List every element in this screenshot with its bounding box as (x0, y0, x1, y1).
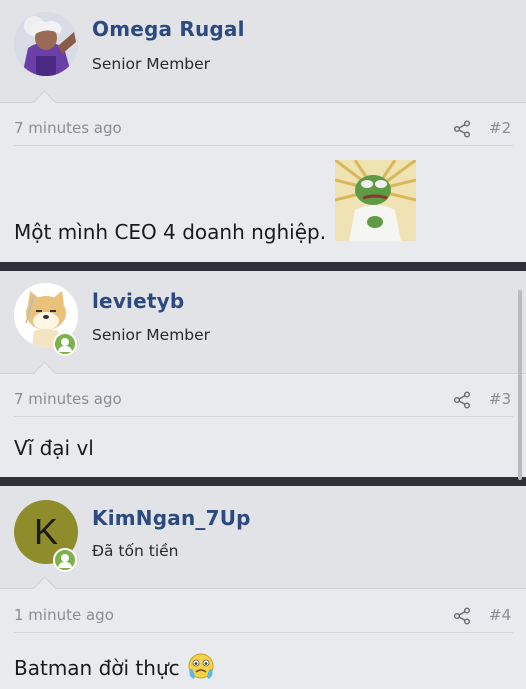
crying-emoji-icon (188, 653, 214, 679)
post-header: levietyb Senior Member (0, 271, 526, 374)
share-icon[interactable] (453, 120, 471, 138)
post-timestamp[interactable]: 7 minutes ago (14, 119, 122, 137)
online-status-icon (53, 332, 77, 356)
user-title: Đã tốn tiền (92, 542, 179, 560)
post-header: Omega Rugal Senior Member (0, 0, 526, 103)
post-4: K KimNgan_7Up Đã tốn tiền 1 minute ago #… (0, 486, 526, 689)
meta-rule (14, 416, 513, 417)
user-title: Senior Member (92, 55, 211, 73)
avatar-omega-rugal[interactable] (14, 12, 78, 76)
post-timestamp[interactable]: 7 minutes ago (14, 390, 122, 408)
scrollbar[interactable] (518, 290, 522, 480)
post-timestamp[interactable]: 1 minute ago (14, 606, 114, 624)
post-text: Một mình CEO 4 doanh nghiệp. (14, 220, 327, 244)
post-content: Batman đời thực (14, 651, 216, 681)
post-text: Batman đời thực (14, 656, 180, 680)
post-content: Một mình CEO 4 doanh nghiệp. (14, 220, 326, 244)
meta-rule (14, 632, 513, 633)
user-title: Senior Member (92, 326, 211, 344)
post-divider (0, 262, 526, 271)
post-content: Vĩ đại vl (14, 436, 94, 460)
post-header: K KimNgan_7Up Đã tốn tiền (0, 486, 526, 589)
post-meta: 1 minute ago #4 (0, 601, 526, 631)
post-number[interactable]: #4 (489, 606, 511, 624)
post-2: Omega Rugal Senior Member 7 minutes ago … (0, 0, 526, 262)
post-number[interactable]: #2 (489, 119, 511, 137)
online-status-icon (53, 548, 77, 572)
username[interactable]: levietyb (92, 289, 184, 313)
meta-rule (14, 145, 513, 146)
post-divider (0, 477, 526, 486)
post-meta: 7 minutes ago #2 (0, 114, 526, 144)
pepe-sticker-image[interactable] (335, 160, 416, 241)
username[interactable]: Omega Rugal (92, 17, 245, 41)
post-text: Vĩ đại vl (14, 436, 94, 460)
post-3: levietyb Senior Member 7 minutes ago #3 … (0, 271, 526, 477)
share-icon[interactable] (453, 607, 471, 625)
post-number[interactable]: #3 (489, 390, 511, 408)
post-meta: 7 minutes ago #3 (0, 385, 526, 415)
avatar-image (14, 12, 78, 76)
share-icon[interactable] (453, 391, 471, 409)
username[interactable]: KimNgan_7Up (92, 506, 251, 530)
